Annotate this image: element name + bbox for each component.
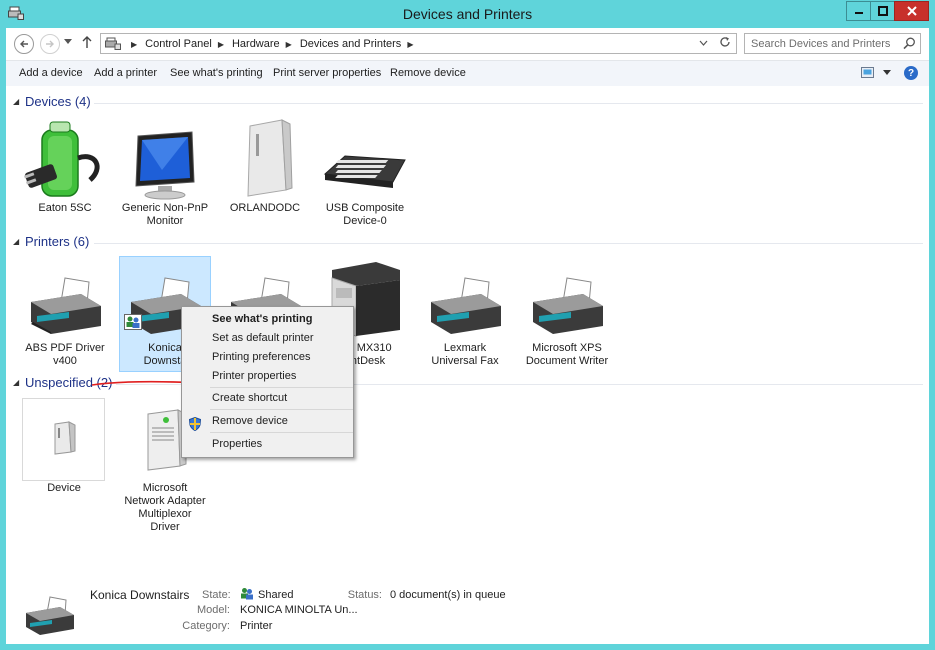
title-bar[interactable]: Devices and Printers	[0, 0, 935, 28]
window-title: Devices and Printers	[402, 6, 533, 22]
forward-arrow-icon	[46, 40, 54, 48]
shared-users-icon	[241, 588, 253, 600]
chevron-down-icon	[883, 70, 891, 75]
breadcrumb: ▶ Control Panel ▶ Hardware ▶ Devices and…	[125, 38, 421, 50]
group-divider	[94, 243, 923, 244]
keyboard-icon	[323, 155, 406, 188]
collapse-arrow-icon[interactable]: ◢	[13, 378, 19, 387]
group-divider	[94, 103, 923, 104]
collapse-arrow-icon[interactable]: ◢	[13, 97, 19, 106]
chevron-down-icon	[64, 39, 72, 44]
ups-battery-icon	[24, 121, 100, 197]
view-options-dropdown[interactable]	[883, 69, 891, 78]
group-title-printers: Printers (6)	[25, 234, 90, 249]
navigation-bar: ▶ Control Panel ▶ Hardware ▶ Devices and…	[6, 28, 929, 60]
menu-separator	[210, 409, 353, 410]
breadcrumb-control-panel[interactable]: Control Panel	[145, 38, 212, 50]
change-view-icon[interactable]	[861, 67, 874, 78]
breadcrumb-devices-and-printers[interactable]: Devices and Printers	[300, 38, 402, 50]
remove-device-button[interactable]: Remove device	[390, 67, 466, 79]
menu-item-create-shortcut[interactable]: Create shortcut	[212, 392, 287, 404]
monitor-icon	[135, 131, 195, 200]
back-arrow-icon	[20, 40, 28, 48]
menu-separator	[210, 387, 353, 388]
menu-item-properties[interactable]: Properties	[212, 438, 262, 450]
context-menu: See what's printing Set as default print…	[181, 306, 354, 458]
print-server-properties-button[interactable]: Print server properties	[273, 67, 381, 79]
selected-device-name: Konica Downstairs	[90, 588, 190, 602]
group-header-devices[interactable]: ◢ Devices (4)	[6, 94, 929, 112]
menu-item-set-default-printer[interactable]: Set as default printer	[212, 332, 314, 344]
command-bar: Add a device Add a printer See what's pr…	[6, 60, 929, 86]
device-label: ORLANDODC	[229, 202, 301, 214]
address-history-dropdown[interactable]	[699, 38, 708, 48]
uac-shield-icon	[189, 417, 201, 431]
printer-label: Lexmark Universal Fax	[431, 342, 499, 367]
minimize-icon	[854, 12, 863, 14]
add-device-button[interactable]: Add a device	[19, 67, 83, 79]
back-button[interactable]	[14, 34, 34, 54]
search-box[interactable]	[744, 33, 921, 54]
shared-users-icon	[124, 314, 142, 330]
collapse-arrow-icon[interactable]: ◢	[13, 237, 19, 246]
status-label: Status:	[347, 589, 382, 601]
close-button[interactable]	[894, 1, 929, 21]
menu-item-printer-properties[interactable]: Printer properties	[212, 370, 296, 382]
search-icon[interactable]	[903, 37, 916, 50]
group-title-devices: Devices (4)	[25, 94, 91, 109]
state-label: State:	[202, 589, 231, 601]
up-button[interactable]	[82, 35, 92, 52]
details-pane: Konica Downstairs State: Shared Status: …	[6, 573, 929, 644]
menu-item-see-whats-printing[interactable]: See what's printing	[212, 313, 312, 325]
up-arrow-icon	[82, 36, 92, 48]
device-label: Device	[47, 482, 81, 494]
model-label: Model:	[196, 604, 230, 616]
device-label: Generic Non-PnP Monitor	[121, 202, 209, 227]
printer-label: ABS PDF Driver v400	[25, 342, 105, 367]
device-label: Microsoft Network Adapter Multiplexor Drive…	[124, 482, 206, 533]
recent-locations-dropdown[interactable]	[64, 38, 72, 47]
server-tower-icon	[247, 119, 293, 197]
forward-button[interactable]	[40, 34, 60, 54]
printer-icon	[533, 277, 603, 334]
generic-device-icon	[54, 421, 76, 455]
see-whats-printing-button[interactable]: See what's printing	[170, 67, 263, 79]
devices-printers-location-icon	[105, 37, 121, 50]
breadcrumb-hardware[interactable]: Hardware	[232, 38, 280, 50]
printer-icon	[31, 277, 101, 334]
breadcrumb-separator-icon[interactable]: ▶	[407, 40, 413, 49]
window-client-area: ▶ Control Panel ▶ Hardware ▶ Devices and…	[6, 28, 929, 644]
help-icon[interactable]: ?	[904, 66, 918, 80]
device-label: Eaton 5SC	[38, 202, 92, 214]
close-icon	[906, 6, 917, 16]
category-label: Category:	[182, 620, 230, 632]
breadcrumb-separator-icon[interactable]: ▶	[131, 40, 137, 49]
group-header-printers[interactable]: ◢ Printers (6)	[6, 234, 929, 252]
window: Devices and Printers ▶ Control Panel ▶ H…	[0, 0, 935, 650]
refresh-button[interactable]	[719, 36, 731, 51]
breadcrumb-separator-icon[interactable]: ▶	[218, 40, 224, 49]
maximize-button[interactable]	[870, 1, 895, 21]
menu-item-printing-preferences[interactable]: Printing preferences	[212, 351, 310, 363]
address-bar[interactable]: ▶ Control Panel ▶ Hardware ▶ Devices and…	[100, 33, 737, 54]
category-value: Printer	[240, 620, 273, 632]
printer-icon	[431, 277, 501, 334]
menu-separator	[210, 432, 353, 433]
printer-label: Microsoft XPS Document Writer	[525, 342, 609, 367]
search-input[interactable]	[751, 36, 896, 51]
device-label: USB Composite Device-0	[325, 202, 405, 227]
status-value: 0 document(s) in queue	[390, 589, 506, 601]
printer-icon	[26, 596, 74, 635]
maximize-icon	[877, 6, 888, 16]
chevron-down-icon	[699, 40, 708, 46]
menu-item-remove-device[interactable]: Remove device	[212, 415, 288, 427]
minimize-button[interactable]	[846, 1, 871, 21]
model-value: KONICA MINOLTA Un...	[240, 604, 358, 616]
refresh-icon	[720, 37, 730, 47]
breadcrumb-separator-icon[interactable]: ▶	[286, 40, 292, 49]
add-printer-button[interactable]: Add a printer	[94, 67, 157, 79]
state-value: Shared	[258, 589, 294, 601]
